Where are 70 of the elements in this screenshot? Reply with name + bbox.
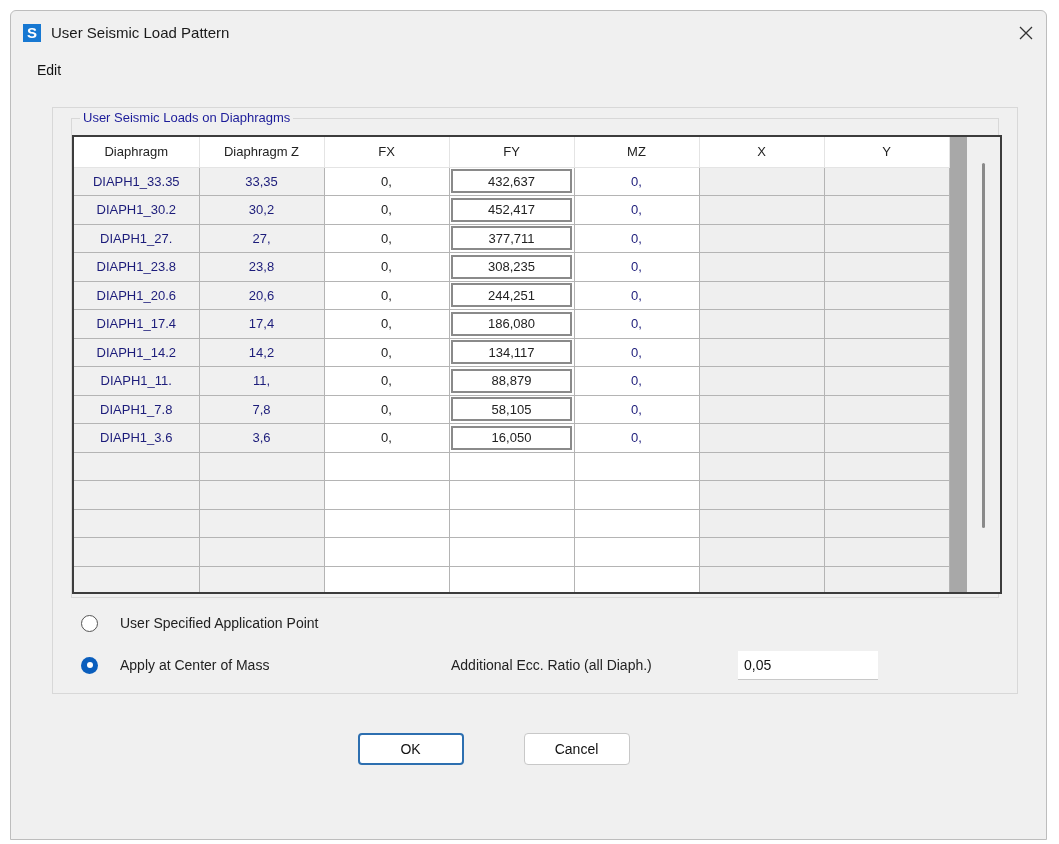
column-header[interactable]: Diaphragm — [74, 137, 199, 167]
menu-item[interactable]: Edit — [37, 59, 62, 81]
table-cell[interactable]: 0, — [574, 195, 699, 224]
table-cell: 11, — [199, 366, 324, 395]
ecc-ratio-field[interactable]: 0,05 — [738, 650, 878, 680]
dialog-button[interactable]: Cancel — [523, 733, 630, 765]
column-header[interactable]: MZ — [574, 137, 699, 167]
column-header[interactable]: Y — [824, 137, 949, 167]
table-cell: 27, — [199, 224, 324, 253]
column-header[interactable]: FY — [449, 137, 574, 167]
table-cell: 30,2 — [199, 195, 324, 224]
fy-input-cell[interactable]: 244,251 — [451, 283, 572, 308]
table-cell: 17,4 — [199, 309, 324, 338]
table-cell: 3,6 — [199, 423, 324, 452]
table-cell[interactable]: 0, — [324, 252, 449, 281]
table-cell: DIAPH1_14.2 — [74, 338, 199, 367]
radio-button[interactable] — [81, 614, 98, 632]
table-cell[interactable]: 0, — [574, 423, 699, 452]
table-cell[interactable]: 0, — [324, 366, 449, 395]
fy-input-cell[interactable]: 186,080 — [451, 311, 572, 336]
table-cell[interactable]: 0, — [324, 195, 449, 224]
table-cell: DIAPH1_23.8 — [74, 252, 199, 281]
table-cell: 14,2 — [199, 338, 324, 367]
table-cell[interactable]: 0, — [324, 423, 449, 452]
fy-input-cell[interactable]: 452,417 — [451, 197, 572, 222]
dialog-button[interactable]: OK — [357, 733, 464, 765]
table-cell: 20,6 — [199, 281, 324, 310]
close-icon — [1019, 26, 1033, 40]
radio-button[interactable] — [81, 656, 98, 674]
table-cell[interactable]: 0, — [324, 338, 449, 367]
table-cell[interactable]: 0, — [324, 167, 449, 196]
table-cell[interactable]: 0, — [324, 281, 449, 310]
app-logo-icon: S — [23, 24, 41, 42]
fy-input-cell[interactable]: 88,879 — [451, 368, 572, 393]
radio-label: Apply at Center of Mass — [120, 655, 270, 675]
table-cell: 7,8 — [199, 395, 324, 424]
table-cell[interactable]: 0, — [324, 224, 449, 253]
table-cell: 33,35 — [199, 167, 324, 196]
group-title: User Seismic Loads on Diaphragms — [80, 110, 294, 126]
table-cell[interactable]: 0, — [574, 366, 699, 395]
table-cell[interactable]: 0, — [574, 395, 699, 424]
table-cell[interactable]: 0, — [574, 338, 699, 367]
ecc-ratio-label: Additional Ecc. Ratio (all Diaph.) — [451, 655, 653, 675]
fy-input-cell[interactable]: 58,105 — [451, 397, 572, 422]
window-title: User Seismic Load Pattern — [51, 22, 230, 43]
table-cell: DIAPH1_33.35 — [74, 167, 199, 196]
table-cell: DIAPH1_3.6 — [74, 423, 199, 452]
table-cell[interactable]: 0, — [574, 167, 699, 196]
table-cell[interactable]: 0, — [574, 309, 699, 338]
table-cell: DIAPH1_17.4 — [74, 309, 199, 338]
fy-input-cell[interactable]: 377,711 — [451, 226, 572, 251]
column-header[interactable]: X — [699, 137, 824, 167]
fy-input-cell[interactable]: 432,637 — [451, 169, 572, 194]
table-cell: DIAPH1_30.2 — [74, 195, 199, 224]
fy-input-cell[interactable]: 134,117 — [451, 340, 572, 365]
table-cell: 23,8 — [199, 252, 324, 281]
radio-label: User Specified Application Point — [120, 613, 319, 633]
table-cell: DIAPH1_20.6 — [74, 281, 199, 310]
table-cell[interactable]: 0, — [574, 224, 699, 253]
table-cell: DIAPH1_11. — [74, 366, 199, 395]
table-cell[interactable]: 0, — [324, 395, 449, 424]
table-cell[interactable]: 0, — [574, 281, 699, 310]
table-cell: DIAPH1_27. — [74, 224, 199, 253]
fy-input-cell[interactable]: 308,235 — [451, 254, 572, 279]
table-cell[interactable]: 0, — [324, 309, 449, 338]
column-header[interactable]: Diaphragm Z — [199, 137, 324, 167]
fy-input-cell[interactable]: 16,050 — [451, 425, 572, 450]
table-cell[interactable]: 0, — [574, 252, 699, 281]
table-cell: DIAPH1_7.8 — [74, 395, 199, 424]
column-header[interactable]: FX — [324, 137, 449, 167]
